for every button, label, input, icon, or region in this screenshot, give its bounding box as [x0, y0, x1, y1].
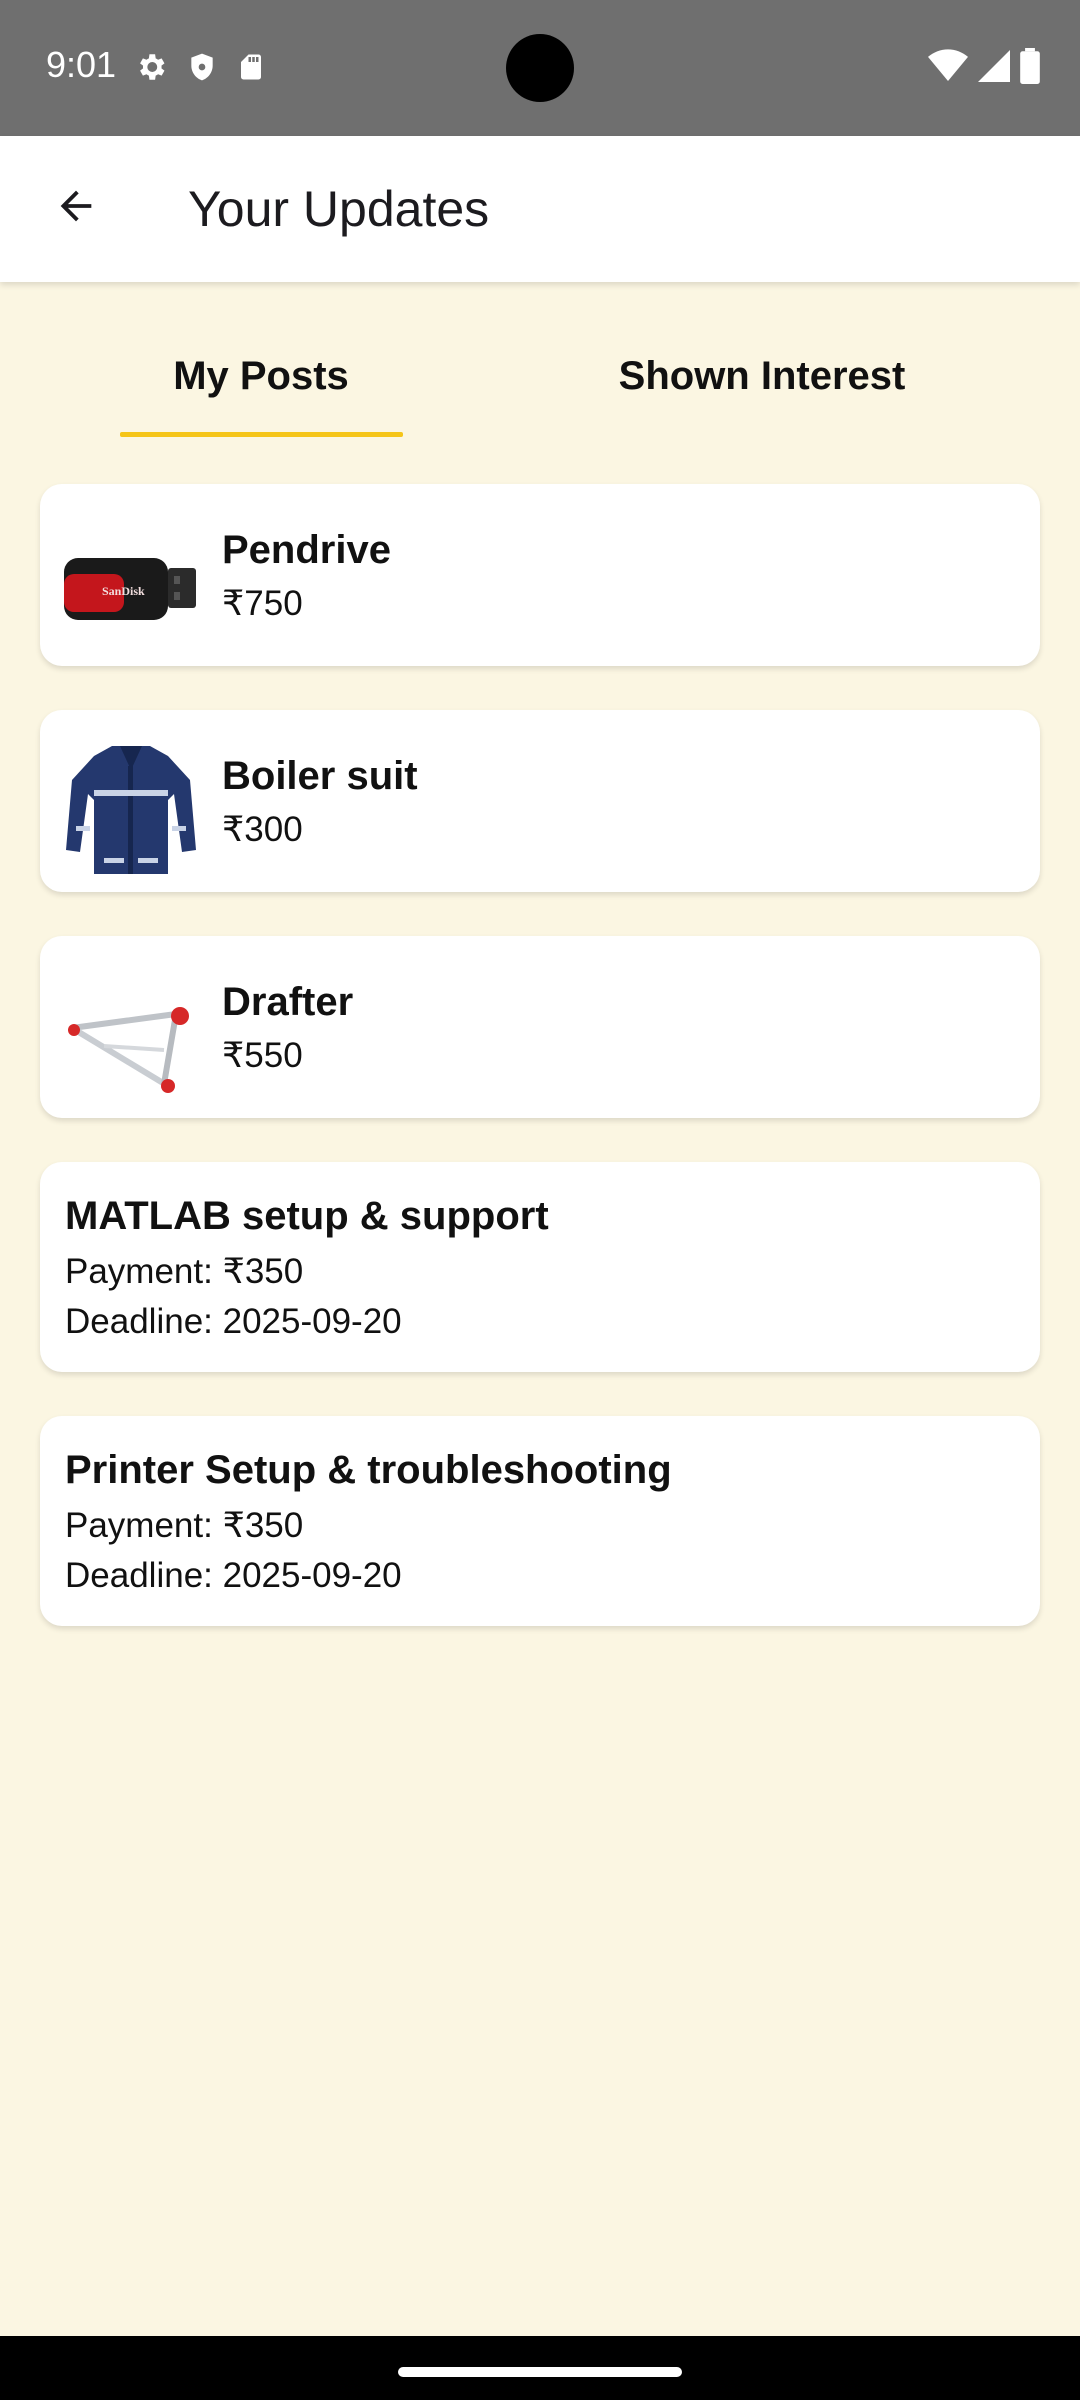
task-payment: Payment: ₹350	[65, 1252, 304, 1291]
sd-card-icon	[236, 50, 266, 89]
svg-text:SanDisk: SanDisk	[102, 584, 145, 598]
app-bar: Your Updates	[0, 136, 1080, 282]
post-card[interactable]: Boiler suit ₹300	[40, 710, 1040, 892]
drafter-thumbnail	[64, 966, 198, 1100]
post-title: Drafter	[222, 980, 354, 1024]
cellular-signal-icon	[978, 49, 1010, 88]
status-bar: 9:01	[0, 0, 1080, 136]
status-icons-right	[928, 48, 1040, 89]
arrow-back-icon	[53, 183, 99, 234]
tab-bar: My Posts Shown Interest	[0, 282, 1080, 438]
post-title: Pendrive	[222, 528, 391, 572]
post-title: Boiler suit	[222, 754, 418, 798]
status-icons-left	[134, 50, 266, 89]
tab-my-posts[interactable]: My Posts	[120, 354, 402, 399]
post-price: ₹300	[222, 810, 303, 849]
task-payment: Payment: ₹350	[65, 1506, 304, 1545]
shield-icon	[186, 50, 218, 89]
back-button[interactable]	[40, 172, 112, 244]
settings-icon	[134, 50, 168, 89]
pendrive-thumbnail: SanDisk	[64, 514, 198, 648]
battery-icon	[1020, 48, 1040, 89]
task-deadline: Deadline: 2025-09-20	[65, 1302, 402, 1341]
post-price: ₹750	[222, 584, 303, 623]
post-price: ₹550	[222, 1036, 303, 1075]
camera-cutout	[506, 34, 574, 102]
task-card[interactable]: Printer Setup & troubleshooting Payment:…	[40, 1416, 1040, 1626]
task-deadline: Deadline: 2025-09-20	[65, 1556, 402, 1595]
status-time: 9:01	[46, 44, 117, 85]
task-card[interactable]: MATLAB setup & support Payment: ₹350 Dea…	[40, 1162, 1040, 1372]
tab-indicator	[120, 432, 403, 437]
home-gesture-handle[interactable]	[398, 2367, 682, 2377]
post-card[interactable]: Drafter ₹550	[40, 936, 1040, 1118]
wifi-icon	[928, 49, 968, 88]
task-title: Printer Setup & troubleshooting	[65, 1448, 672, 1492]
task-title: MATLAB setup & support	[65, 1194, 549, 1238]
page-title: Your Updates	[188, 181, 490, 237]
post-card[interactable]: SanDisk Pendrive ₹750	[40, 484, 1040, 666]
tab-shown-interest[interactable]: Shown Interest	[560, 354, 964, 399]
boiler-suit-thumbnail	[64, 740, 198, 874]
